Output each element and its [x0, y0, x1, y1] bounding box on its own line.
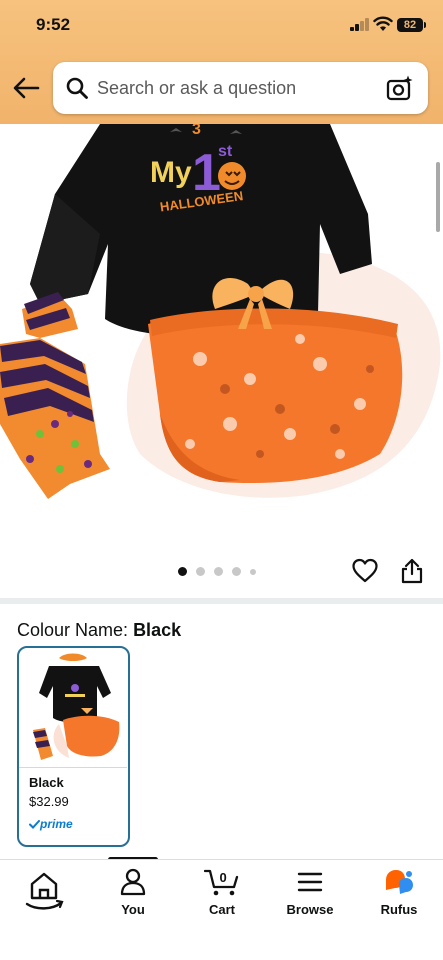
- colour-name-label: Colour Name: Black: [17, 620, 181, 641]
- header: 9:52 82: [0, 0, 443, 124]
- cart-count: 0: [220, 870, 227, 885]
- back-arrow-icon[interactable]: [12, 76, 40, 100]
- nav-cart-label: Cart: [208, 902, 235, 917]
- battery-indicator: 82: [397, 18, 423, 32]
- status-time: 9:52: [36, 15, 71, 34]
- nav-cart[interactable]: 0 Cart: [186, 868, 258, 928]
- image-dot-2[interactable]: [196, 567, 205, 576]
- prime-check-icon: [29, 820, 40, 829]
- battery-tip: [424, 22, 426, 28]
- menu-icon: [297, 872, 323, 892]
- nav-you-label: You: [121, 902, 145, 917]
- svg-text:st: st: [218, 143, 233, 160]
- swatch-thumbnail: [33, 653, 120, 760]
- search-input[interactable]: [97, 62, 377, 114]
- search-icon: [66, 77, 88, 99]
- camera-search-icon[interactable]: [386, 74, 414, 102]
- swatch-colour-name: Black: [29, 775, 64, 790]
- status-bar: 9:52 82: [0, 0, 443, 52]
- wifi-icon: [373, 16, 393, 31]
- section-divider: [0, 598, 443, 604]
- nav-browse[interactable]: Browse: [274, 868, 346, 928]
- leg-warmers: [0, 292, 110, 499]
- swatch-price: $32.99: [29, 794, 69, 809]
- image-pagination[interactable]: [178, 567, 256, 576]
- product-photo-illustration: My 1 st HALLOWEEN 3: [0, 124, 441, 499]
- nav-home[interactable]: [8, 868, 80, 928]
- image-dot-1[interactable]: [178, 567, 187, 576]
- colour-name-prefix: Colour Name:: [17, 620, 129, 640]
- cart-icon: 0: [204, 869, 239, 896]
- svg-text:3: 3: [192, 124, 201, 138]
- rufus-icon: [386, 870, 413, 894]
- person-icon: [120, 868, 146, 896]
- heart-icon[interactable]: [352, 558, 378, 584]
- bottom-nav: You 0 Cart Browse Rufus: [0, 859, 443, 960]
- home-icon: [25, 872, 64, 910]
- scroll-indicator: [436, 162, 440, 232]
- nav-rufus-label: Rufus: [380, 902, 418, 917]
- share-icon[interactable]: [400, 558, 424, 584]
- swatch-separator: [19, 767, 127, 768]
- search-bar[interactable]: [53, 62, 428, 114]
- product-image[interactable]: My 1 st HALLOWEEN 3: [0, 124, 443, 536]
- print-text-my: My: [150, 156, 192, 189]
- prime-label: prime: [40, 817, 73, 831]
- image-dot-5[interactable]: [250, 568, 256, 575]
- prime-badge: prime: [29, 817, 73, 831]
- colour-name-value: Black: [133, 620, 182, 640]
- nav-you[interactable]: You: [97, 868, 169, 928]
- nav-rufus[interactable]: Rufus: [363, 868, 435, 928]
- colour-option-black[interactable]: Black $32.99 prime: [17, 646, 130, 847]
- nav-browse-label: Browse: [286, 902, 334, 917]
- cellular-signal-icon: [350, 18, 370, 31]
- image-dot-3[interactable]: [214, 567, 223, 576]
- image-dot-4[interactable]: [232, 567, 241, 576]
